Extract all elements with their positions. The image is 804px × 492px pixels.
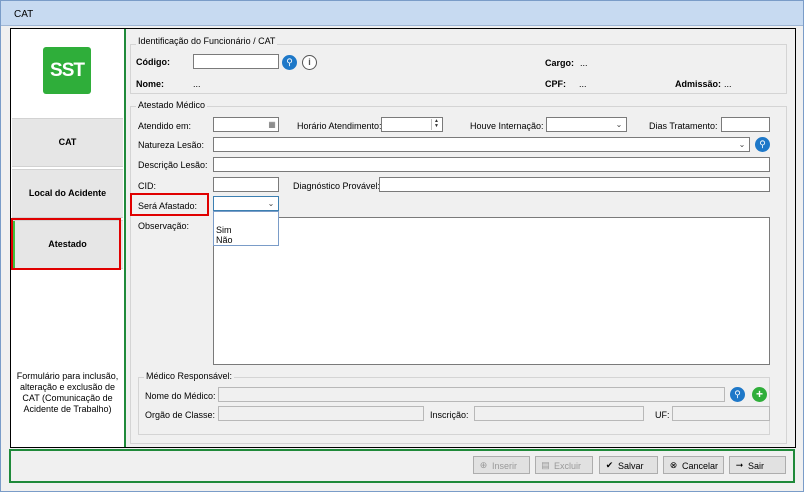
uf-field[interactable] — [672, 406, 770, 421]
descricao-label: Descrição Lesão: — [138, 160, 208, 170]
internacao-label: Houve Internação: — [470, 121, 544, 131]
cancel-circle-icon: ⊗ — [669, 460, 678, 470]
medico-nome-label: Nome do Médico: — [145, 391, 216, 401]
excluir-button-label: Excluir — [554, 461, 582, 471]
sair-button[interactable]: ➞ Sair — [729, 456, 786, 474]
cargo-label: Cargo: — [545, 58, 574, 68]
afastado-dropdown-list: Sim Não — [213, 211, 279, 246]
panel-divider — [124, 29, 126, 447]
afastado-option-sim[interactable]: Sim — [216, 225, 232, 235]
title-bar: CAT — [1, 1, 803, 26]
observacao-textarea[interactable] — [213, 217, 770, 365]
inscricao-label: Inscrição: — [430, 410, 469, 420]
time-spinner-icon[interactable]: ▲ ▼ — [431, 119, 441, 130]
internacao-select[interactable]: ⌄ — [546, 117, 627, 132]
sair-button-label: Sair — [748, 461, 765, 471]
natureza-search-icon[interactable]: ⚲ — [755, 137, 770, 152]
nav-item-label: CAT — [58, 137, 77, 147]
uf-label: UF: — [655, 410, 670, 420]
window-title: CAT — [14, 9, 34, 20]
exit-icon: ➞ — [735, 460, 744, 470]
afastado-option-nao[interactable]: Não — [216, 235, 233, 245]
cargo-value: ... — [580, 58, 588, 68]
funcionario-group-title: Identificação do Funcionário / CAT — [136, 36, 278, 46]
orgao-label: Orgão de Classe: — [145, 410, 216, 420]
admissao-label: Admissão: — [675, 79, 722, 89]
codigo-input[interactable] — [193, 54, 279, 69]
chevron-down-icon: ⌄ — [615, 120, 623, 129]
descricao-input[interactable] — [213, 157, 770, 172]
atestado-group-title: Atestado Médico — [136, 100, 208, 110]
natureza-label: Natureza Lesão: — [138, 140, 205, 150]
nav-item-cat[interactable]: CAT — [12, 118, 123, 167]
salvar-button-label: Salvar — [618, 461, 644, 471]
info-icon[interactable]: i — [302, 55, 317, 70]
excluir-button[interactable]: ▤ Excluir — [535, 456, 593, 474]
dias-input[interactable] — [721, 117, 770, 132]
cpf-label: CPF: — [545, 79, 566, 89]
medico-nome-field[interactable] — [218, 387, 725, 402]
atendido-label: Atendido em: — [138, 121, 192, 131]
observacao-label: Observação: — [138, 221, 190, 231]
diagnostico-input[interactable] — [379, 177, 770, 192]
afastado-highlight-box — [130, 193, 209, 216]
horario-label: Horário Atendimento: — [297, 121, 382, 131]
form-description: Formulário para inclusão, alteração e ex… — [16, 371, 119, 414]
plus-circle-icon: ⊕ — [479, 460, 488, 470]
nome-label: Nome: — [136, 79, 165, 89]
admissao-value: ... — [724, 79, 732, 89]
cancelar-button-label: Cancelar — [682, 461, 719, 471]
natureza-select[interactable]: ⌄ — [213, 137, 750, 152]
nav-item-label: Local do Acidente — [28, 188, 107, 198]
codigo-label: Código: — [136, 57, 170, 67]
sst-logo: SST — [43, 47, 91, 94]
cid-input[interactable] — [213, 177, 279, 192]
horario-time-field[interactable]: ▲ ▼ — [381, 117, 443, 132]
atendido-date-field[interactable]: ▦ — [213, 117, 279, 132]
inserir-button-label: Inserir — [492, 461, 518, 471]
afastado-select[interactable]: ⌄ — [213, 196, 279, 211]
trash-icon: ▤ — [541, 460, 550, 470]
nav-item-local-acidente[interactable]: Local do Acidente — [12, 169, 123, 218]
nome-value: ... — [193, 79, 201, 89]
medico-search-icon[interactable]: ⚲ — [730, 387, 745, 402]
calendar-icon[interactable]: ▦ — [267, 119, 277, 130]
salvar-button[interactable]: ✔ Salvar — [599, 456, 658, 474]
cancelar-button[interactable]: ⊗ Cancelar — [663, 456, 724, 474]
inserir-button[interactable]: ⊕ Inserir — [473, 456, 530, 474]
orgao-field[interactable] — [218, 406, 424, 421]
medico-group-title: Médico Responsável: — [144, 371, 235, 381]
left-navigation-panel: SST CAT Local do Acidente Atestado Formu… — [11, 29, 124, 447]
chevron-down-icon: ⌄ — [738, 140, 746, 149]
check-circle-icon: ✔ — [605, 460, 614, 470]
dias-label: Dias Tratamento: — [649, 121, 718, 131]
cid-label: CID: — [138, 181, 156, 191]
cpf-value: ... — [579, 79, 587, 89]
chevron-down-icon: ⌄ — [267, 199, 275, 208]
add-medico-icon[interactable]: + — [752, 387, 767, 402]
search-icon[interactable]: ⚲ — [282, 55, 297, 70]
inscricao-field[interactable] — [474, 406, 644, 421]
diagnostico-label: Diagnóstico Provável: — [293, 181, 381, 191]
nav-highlight-box — [11, 218, 121, 270]
